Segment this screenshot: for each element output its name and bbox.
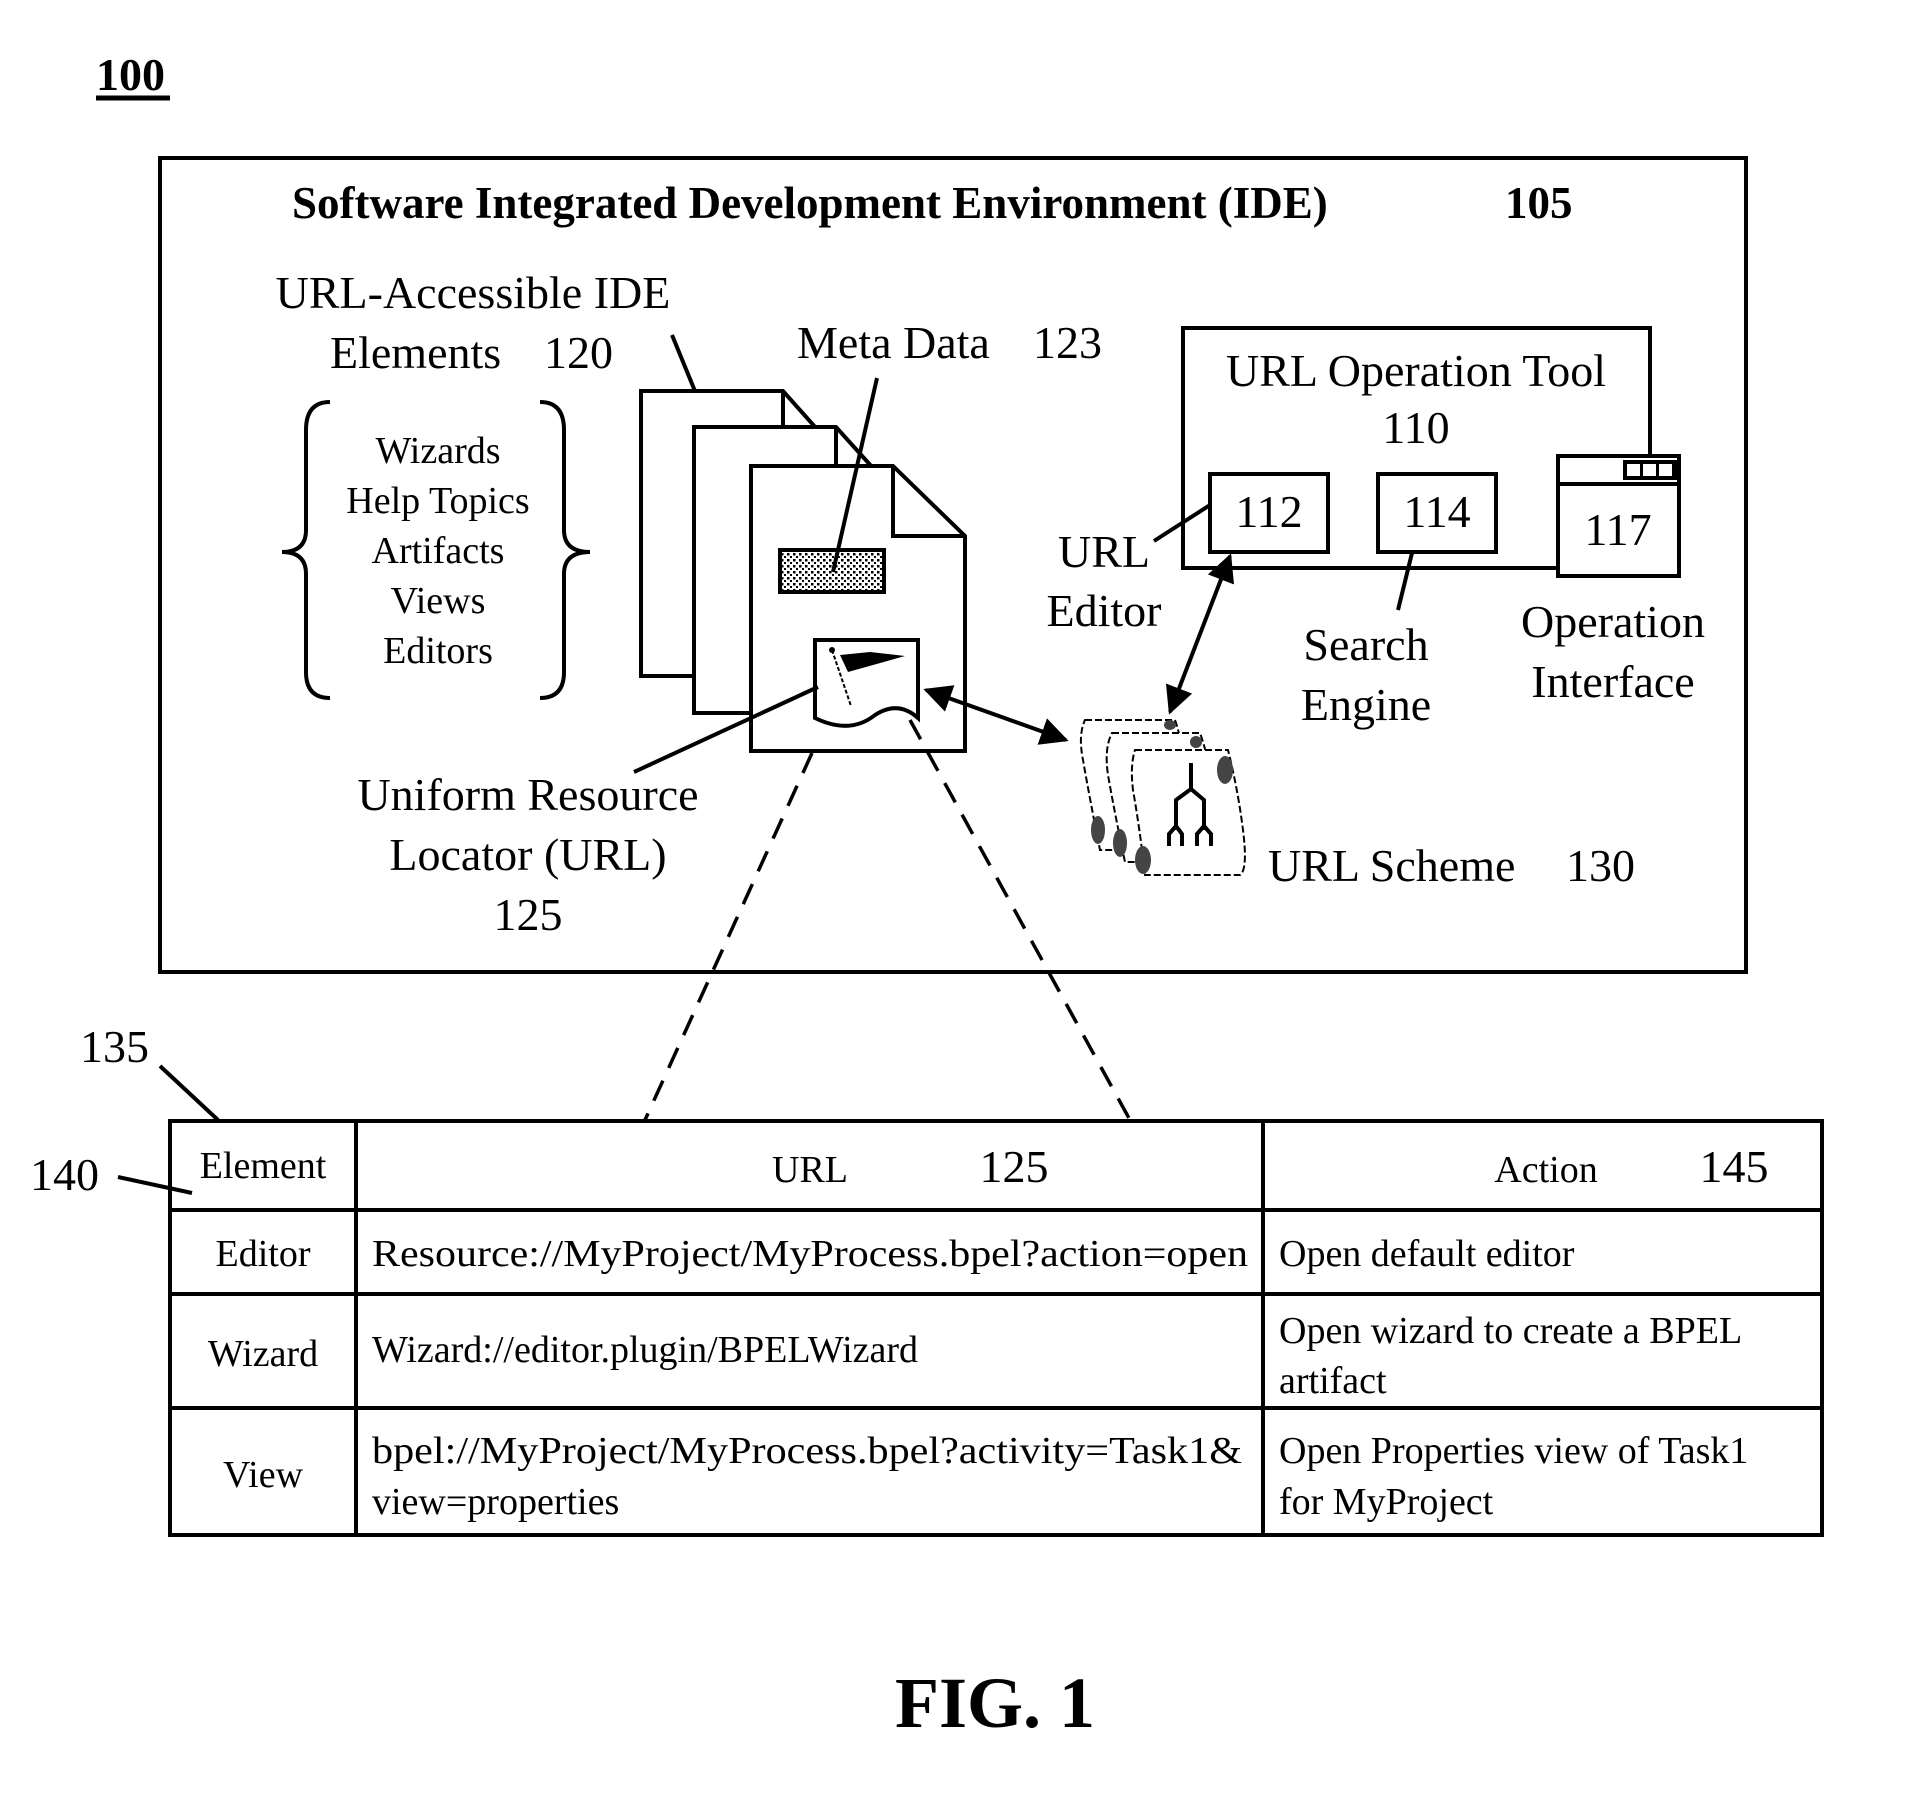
table-row: View bpel://MyProject/MyProcess.bpel?act… [223,1430,1748,1523]
cell-action: Open default editor [1279,1233,1575,1275]
url-ref: 125 [494,889,563,940]
url-scheme-ref: 130 [1566,840,1635,891]
cell-url-line1: bpel://MyProject/MyProcess.bpel?activity… [372,1430,1242,1472]
table-header-row: Element URL 125 Action 145 [200,1141,1769,1192]
figure-number: 100 [96,49,165,100]
url-scheme-label: URL Scheme [1268,840,1515,891]
header-url: URL [772,1149,848,1191]
header-element: Element [200,1145,327,1187]
cell-url-line2: view=properties [372,1481,619,1523]
table-leader-line [158,1064,220,1122]
elements-list-item: Wizards [375,430,500,472]
elements-ref: 120 [544,327,613,378]
cell-element: Editor [216,1233,311,1275]
table-row: Wizard Wizard://editor.plugin/BPELWizard… [208,1310,1742,1402]
url-operation-tool-ref: 110 [1382,402,1449,453]
cell-element: Wizard [208,1333,318,1375]
elements-list-item: Help Topics [346,480,529,522]
meta-data-ref: 123 [1033,317,1102,368]
url-editor-label-line1: URL [1058,526,1150,577]
elements-list-item: Artifacts [372,530,505,572]
elements-label-line2: Elements [330,327,501,378]
figure-caption: FIG. 1 [895,1663,1095,1743]
elements-label-line1: URL-Accessible IDE [276,267,671,318]
elements-list-item: Views [391,580,486,622]
operation-interface-label-line2: Interface [1531,656,1694,707]
patent-figure: 100 Software Integrated Development Envi… [30,49,1824,1743]
url-editor-ref: 112 [1235,486,1302,537]
cell-action-line2: artifact [1279,1360,1387,1402]
table-ref: 135 [80,1021,149,1072]
operation-interface-ref: 117 [1584,504,1651,555]
search-engine-ref: 114 [1403,486,1470,537]
search-engine-label-line2: Engine [1301,679,1431,730]
cell-url: Wizard://editor.plugin/BPELWizard [372,1329,918,1371]
url-editor-label-line2: Editor [1047,585,1162,636]
header-action-ref: 145 [1700,1141,1769,1192]
search-engine-label-line1: Search [1303,619,1428,670]
ide-ref: 105 [1505,178,1573,228]
cell-action-line1: Open wizard to create a BPEL [1279,1310,1742,1352]
header-url-ref: 125 [980,1141,1049,1192]
meta-data-label: Meta Data [797,317,990,368]
header-row-ref: 140 [30,1149,99,1200]
cell-action-line2: for MyProject [1279,1481,1494,1523]
url-label-line1: Uniform Resource [357,769,698,820]
cell-element: View [223,1454,304,1496]
operation-interface-label-line1: Operation [1521,596,1705,647]
cell-url: Resource://MyProject/MyProcess.bpel?acti… [372,1233,1248,1275]
ide-title: Software Integrated Development Environm… [292,178,1328,228]
url-operation-tool-label: URL Operation Tool [1226,345,1606,396]
elements-list-item: Editors [383,630,493,672]
url-label-line2: Locator (URL) [389,829,666,880]
header-action: Action [1494,1149,1597,1191]
header-row-leader-line [117,1175,193,1195]
table-row: Editor Resource://MyProject/MyProcess.bp… [216,1233,1575,1275]
cell-action-line1: Open Properties view of Task1 [1279,1430,1748,1472]
